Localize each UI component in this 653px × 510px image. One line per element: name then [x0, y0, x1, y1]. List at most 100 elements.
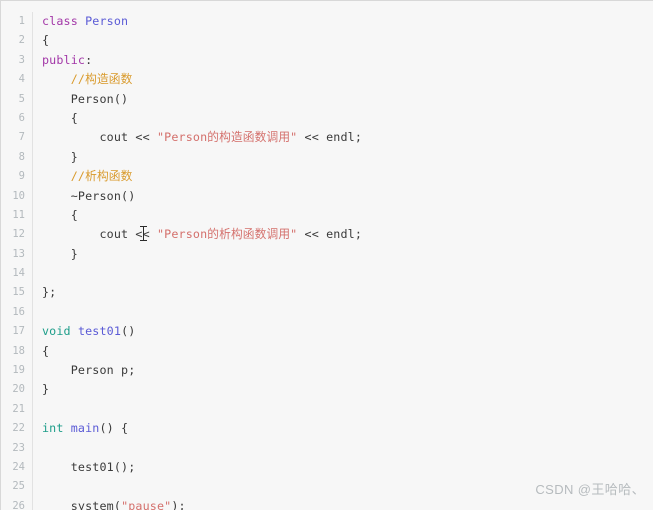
code-line-content[interactable]: //析构函数 — [42, 167, 653, 186]
code-line-content[interactable]: { — [42, 206, 653, 225]
code-line[interactable]: 21 — [1, 399, 653, 420]
line-number: 12 — [12, 228, 25, 241]
code-token-string: "Person的构造函数调用" — [156, 130, 298, 145]
code-line-content[interactable]: system("pause"); — [42, 497, 653, 510]
code-line-content[interactable]: cout << "Person的构造函数调用" << endl; — [42, 128, 653, 147]
line-number: 6 — [18, 111, 25, 124]
gutter-separator — [32, 225, 42, 245]
code-line-content[interactable]: { — [42, 31, 653, 50]
gutter-separator — [32, 205, 42, 226]
code-token-punct: { — [42, 33, 50, 48]
code-line-content[interactable]: }; — [42, 283, 653, 302]
code-line-content[interactable]: //构造函数 — [42, 70, 653, 89]
code-line[interactable]: 17 void test01() — [1, 322, 653, 342]
line-number: 3 — [18, 53, 25, 66]
line-number: 17 — [12, 325, 25, 338]
code-token-plain: ); — [171, 498, 186, 510]
code-token-plain: Person p; — [42, 363, 136, 378]
code-line-content[interactable]: ~Person() — [42, 187, 653, 206]
code-line[interactable]: 19 Person p; — [1, 361, 653, 381]
gutter-separator — [32, 361, 42, 381]
code-line-content[interactable]: } — [42, 148, 653, 167]
line-number: 1 — [18, 15, 25, 27]
code-line[interactable]: 8 } — [1, 147, 653, 168]
code-token-keyword: public — [42, 52, 86, 67]
code-line-content[interactable]: Person() — [42, 90, 653, 109]
code-line-content[interactable]: public: — [42, 51, 653, 70]
code-line[interactable]: 23 — [1, 438, 653, 458]
code-line[interactable]: 14 — [1, 264, 653, 284]
code-line-content[interactable]: { — [42, 342, 653, 361]
code-line[interactable]: 5 Person() — [1, 89, 653, 109]
code-line[interactable]: 4 //构造函数 — [1, 70, 653, 90]
code-line[interactable]: 7 cout << "Person的构造函数调用" << endl; — [1, 128, 653, 148]
line-number: 2 — [18, 34, 25, 47]
line-number: 16 — [12, 305, 25, 318]
line-number: 13 — [12, 247, 25, 260]
gutter-separator — [32, 322, 42, 342]
line-number: 24 — [12, 460, 25, 473]
code-line-content[interactable]: { — [42, 109, 653, 128]
gutter-separator — [32, 244, 42, 265]
gutter-separator — [32, 283, 42, 303]
gutter-separator — [32, 12, 42, 32]
code-token-punct: { — [70, 207, 78, 222]
gutter-separator — [32, 147, 42, 168]
code-line[interactable]: 15}; — [1, 283, 653, 303]
code-line[interactable]: 3 public: — [1, 50, 653, 71]
code-line[interactable]: 12 cout << "Person的析构函数调用" << endl; — [1, 225, 653, 245]
code-token-punct: } — [70, 149, 78, 164]
code-line[interactable]: 22 int main() { — [1, 419, 653, 439]
code-editor-window: 1 class Person 2{3 public: 4 //构造函数 5 Person(… — [0, 0, 653, 510]
gutter-separator — [32, 438, 42, 458]
code-line-content[interactable]: } — [42, 380, 653, 399]
code-line[interactable]: 9 //析构函数 — [1, 167, 653, 187]
code-line[interactable]: 18 { — [1, 341, 653, 362]
code-line-content[interactable]: test01(); — [42, 458, 653, 477]
code-line[interactable]: 11 { — [1, 205, 653, 226]
code-token-type: void — [42, 324, 78, 339]
gutter-separator — [32, 302, 42, 323]
code-token-punct: : — [85, 52, 93, 67]
code-line[interactable]: 26 system("pause"); — [1, 496, 653, 510]
code-editor-content[interactable]: 1 class Person 2{3 public: 4 //构造函数 5 Person(… — [1, 1, 653, 510]
code-line[interactable]: 6 { — [1, 108, 653, 129]
gutter-separator — [32, 264, 42, 284]
code-line[interactable]: 16 — [1, 302, 653, 323]
line-number: 5 — [18, 92, 25, 105]
code-line-content[interactable]: cout << "Person的析构函数调用" << endl; — [42, 225, 653, 244]
code-token-plain: cout << — [42, 130, 157, 145]
code-token-punct: () { — [99, 421, 129, 436]
code-line[interactable]: 1 class Person — [1, 12, 653, 32]
code-token-plain: << endl; — [297, 227, 363, 242]
code-token-punct: }; — [42, 285, 57, 300]
code-line[interactable]: 20} — [1, 380, 653, 400]
code-line[interactable]: 10 ~Person() — [1, 186, 653, 206]
code-token-keyword: class — [42, 14, 86, 28]
line-number: 18 — [12, 344, 25, 357]
gutter-separator — [32, 419, 42, 439]
gutter-separator — [32, 457, 42, 478]
line-number: 4 — [18, 73, 25, 86]
line-number: 8 — [18, 150, 25, 163]
code-token-type: int — [42, 421, 71, 436]
code-line[interactable]: 2{ — [1, 31, 653, 51]
code-line-content[interactable]: } — [42, 245, 653, 264]
line-number: 21 — [12, 402, 25, 415]
code-line-content[interactable]: int main() { — [42, 419, 653, 438]
gutter-separator — [32, 50, 42, 71]
code-line[interactable]: 24 test01(); — [1, 457, 653, 478]
code-line-content[interactable]: Person p; — [42, 361, 653, 380]
code-line[interactable]: 13 } — [1, 244, 653, 265]
code-line-content[interactable]: class Person — [42, 12, 653, 31]
code-token-class: Person — [85, 14, 129, 28]
code-token-plain: test01(); — [42, 459, 136, 474]
code-token-plain: << endl; — [297, 130, 363, 145]
code-line-content[interactable]: void test01() — [42, 322, 653, 341]
code-token-punct: } — [42, 382, 50, 397]
line-number: 10 — [12, 189, 25, 202]
code-token-punct: { — [42, 343, 50, 358]
